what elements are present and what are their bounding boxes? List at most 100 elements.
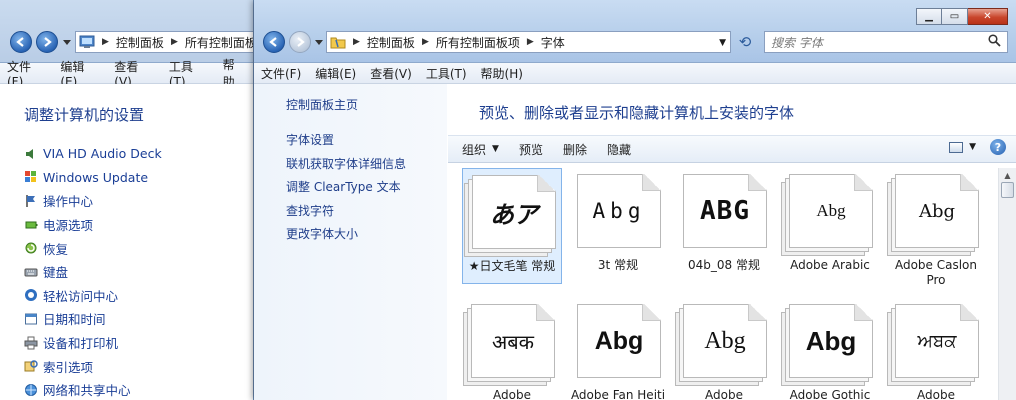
control-panel-items: VIA HD Audio Deck Windows Update 操作中心 电源… bbox=[24, 142, 162, 400]
arrow-right-icon bbox=[297, 37, 305, 47]
font-name: ★日文毛笔 常规 bbox=[468, 259, 556, 273]
font-tile[interactable]: Abg Adobe Arabic bbox=[780, 168, 880, 284]
font-name: Adobe bbox=[917, 388, 955, 400]
back-title-bar: ▶ 控制面板 ▶ 所有控制面板 bbox=[0, 0, 253, 63]
speaker-icon bbox=[24, 147, 38, 161]
font-tile[interactable]: Abg Adobe Gothic bbox=[780, 298, 880, 400]
flag-icon bbox=[24, 194, 38, 208]
menu-tools[interactable]: 工具(T) bbox=[419, 65, 474, 82]
font-tile[interactable]: Abg 3t 常规 bbox=[568, 168, 668, 284]
minimize-button[interactable]: ▁ bbox=[916, 8, 942, 25]
vertical-scrollbar[interactable]: ▲ bbox=[998, 168, 1016, 400]
control-panel-home-link[interactable]: 控制面板主页 bbox=[286, 96, 406, 113]
list-item[interactable]: 设备和打印机 bbox=[24, 331, 162, 355]
index-icon bbox=[24, 359, 38, 373]
font-name: Adobe Caslon Pro bbox=[894, 258, 978, 287]
fonts-folder-icon bbox=[327, 35, 349, 49]
recovery-icon bbox=[24, 241, 38, 255]
search-input[interactable]: 搜索 字体 bbox=[764, 31, 1008, 53]
back-nav-forward-button[interactable] bbox=[36, 31, 58, 53]
font-tile[interactable]: あア ★日文毛笔 常规 bbox=[462, 168, 562, 284]
back-nav-back-button[interactable] bbox=[10, 31, 32, 53]
maximize-button[interactable]: ▭ bbox=[942, 8, 968, 25]
font-settings-link[interactable]: 字体设置 bbox=[286, 129, 406, 153]
font-tile[interactable]: Abg Adobe Caslon Pro bbox=[886, 168, 986, 287]
font-sample: Abg bbox=[592, 199, 646, 223]
hide-button[interactable]: 隐藏 bbox=[597, 141, 641, 158]
nav-back-button[interactable] bbox=[263, 31, 285, 53]
crumb[interactable]: 控制面板 bbox=[113, 34, 167, 51]
page-title: 预览、删除或者显示和隐藏计算机上安装的字体 bbox=[479, 104, 795, 122]
menu-view[interactable]: 查看(V) bbox=[363, 65, 419, 82]
fonts-window: ▁ ▭ ✕ ▶ 控制面板 ▶ 所有控制面板项 ▶ 字体 ▼ ⟲ 搜索 字体 文件… bbox=[254, 0, 1016, 400]
crumb[interactable]: 字体 bbox=[538, 34, 568, 51]
font-sample: Abg bbox=[816, 201, 846, 220]
font-tile[interactable]: Abg Adobe Fan Heiti bbox=[568, 298, 668, 400]
menu-help[interactable]: 帮助(H) bbox=[474, 65, 530, 82]
font-sample: Abg bbox=[704, 327, 746, 354]
network-icon bbox=[24, 383, 38, 397]
crumb-separator: ▶ bbox=[353, 37, 360, 47]
history-dropdown-icon[interactable] bbox=[63, 38, 71, 46]
back-address-bar[interactable]: ▶ 控制面板 ▶ 所有控制面板 bbox=[75, 31, 253, 53]
delete-button[interactable]: 删除 bbox=[553, 141, 597, 158]
organize-button[interactable]: 组织 ▼ bbox=[448, 141, 509, 158]
fonts-main-pane: 预览、删除或者显示和隐藏计算机上安装的字体 组织 ▼ 预览 删除 隐藏 ▼ ? あ… bbox=[448, 84, 1016, 400]
list-item[interactable]: 日期和时间 bbox=[24, 307, 162, 331]
font-tile[interactable]: अबक Adobe bbox=[462, 298, 562, 400]
crumb[interactable]: 控制面板 bbox=[364, 34, 418, 51]
navigation-pane: 控制面板主页 字体设置 联机获取字体详细信息 调整 ClearType 文本 查… bbox=[254, 84, 447, 400]
crumb-separator: ▶ bbox=[102, 37, 109, 47]
list-item[interactable]: 键盘 bbox=[24, 260, 162, 284]
list-item[interactable]: 操作中心 bbox=[24, 189, 162, 213]
list-item[interactable]: 网络和共享中心 bbox=[24, 378, 162, 400]
font-file-icon: Abg bbox=[781, 304, 873, 386]
preview-button[interactable]: 预览 bbox=[509, 141, 553, 158]
font-name: Adobe Fan Heiti bbox=[570, 388, 666, 400]
cleartype-link[interactable]: 调整 ClearType 文本 bbox=[286, 176, 406, 200]
scroll-up-icon[interactable]: ▲ bbox=[999, 168, 1016, 182]
close-button[interactable]: ✕ bbox=[968, 8, 1008, 25]
menu-edit[interactable]: 编辑(E) bbox=[308, 65, 363, 82]
crumb[interactable]: 所有控制面板项 bbox=[433, 34, 523, 51]
address-bar[interactable]: ▶ 控制面板 ▶ 所有控制面板项 ▶ 字体 ▼ bbox=[326, 31, 731, 53]
address-dropdown-icon[interactable]: ▼ bbox=[719, 38, 726, 48]
nav-forward-button[interactable] bbox=[289, 31, 311, 53]
history-dropdown-icon[interactable] bbox=[315, 38, 323, 46]
font-sample: ABG bbox=[700, 196, 750, 226]
list-item[interactable]: Windows Update bbox=[24, 166, 162, 190]
list-item[interactable]: 索引选项 bbox=[24, 354, 162, 378]
arrow-right-icon bbox=[44, 37, 52, 47]
help-icon[interactable]: ? bbox=[990, 139, 1006, 155]
find-character-link[interactable]: 查找字符 bbox=[286, 200, 406, 224]
change-view-icon[interactable] bbox=[949, 141, 964, 153]
scroll-thumb[interactable] bbox=[1001, 182, 1014, 198]
font-tile[interactable]: ABG 04b_08 常规 bbox=[674, 168, 774, 284]
change-font-size-link[interactable]: 更改字体大小 bbox=[286, 223, 406, 247]
online-font-info-link[interactable]: 联机获取字体详细信息 bbox=[286, 153, 406, 177]
font-name: 3t 常规 bbox=[597, 258, 639, 272]
search-icon[interactable] bbox=[988, 34, 1001, 50]
front-title-bar: ▁ ▭ ✕ ▶ 控制面板 ▶ 所有控制面板项 ▶ 字体 ▼ ⟲ 搜索 字体 bbox=[254, 0, 1016, 63]
font-file-icon: Abg bbox=[887, 174, 979, 256]
list-item[interactable]: VIA HD Audio Deck bbox=[24, 142, 162, 166]
font-sample: Abg bbox=[805, 325, 857, 356]
list-item[interactable]: 电源选项 bbox=[24, 213, 162, 237]
refresh-icon: ⟲ bbox=[738, 33, 752, 51]
menu-file[interactable]: 文件(F) bbox=[254, 65, 308, 82]
font-tile[interactable]: ਅਬਕ Adobe bbox=[886, 298, 986, 400]
font-file-icon: Abg bbox=[675, 304, 767, 386]
font-tile[interactable]: Abg Adobe bbox=[674, 298, 774, 400]
list-item[interactable]: 轻松访问中心 bbox=[24, 284, 162, 308]
crumb[interactable]: 所有控制面板 bbox=[182, 34, 253, 51]
refresh-button[interactable]: ⟲ bbox=[734, 31, 756, 53]
font-file-icon: ABG bbox=[683, 174, 767, 248]
font-file-icon: अबक bbox=[463, 304, 555, 386]
font-sample: Abg bbox=[594, 326, 644, 355]
view-options-dropdown-icon[interactable]: ▼ bbox=[969, 142, 976, 152]
font-name: 04b_08 常规 bbox=[688, 258, 760, 272]
font-name: Adobe Gothic bbox=[789, 388, 871, 400]
crumb-separator: ▶ bbox=[421, 37, 429, 47]
list-item[interactable]: 恢复 bbox=[24, 236, 162, 260]
font-sample: अबक bbox=[491, 329, 535, 354]
